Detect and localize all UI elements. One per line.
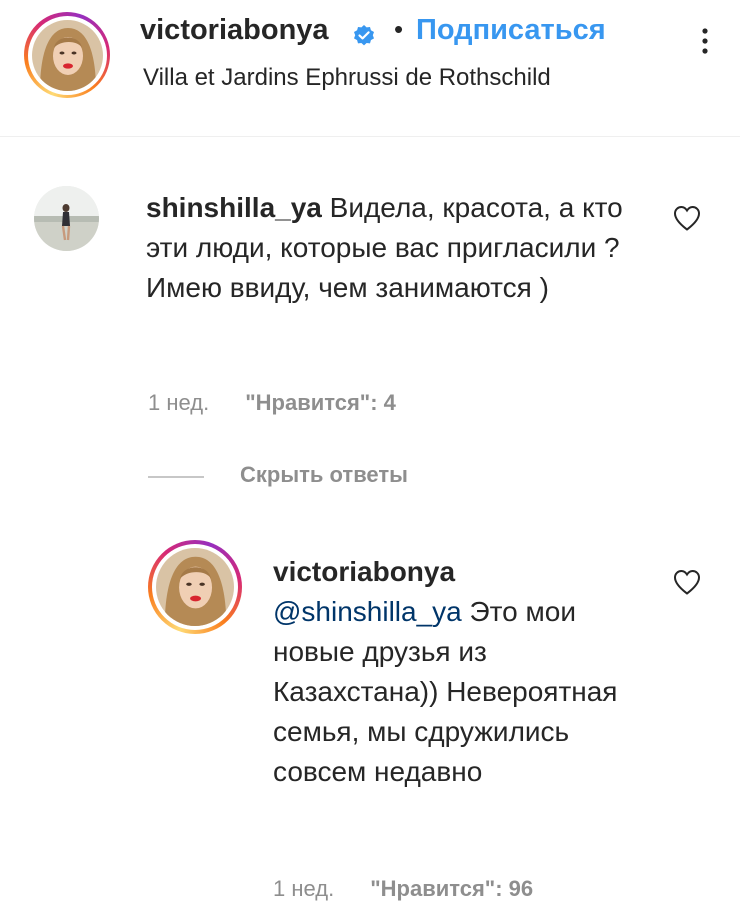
reply-like-heart-icon[interactable] (672, 568, 702, 596)
reply-avatar[interactable] (148, 540, 242, 634)
reply-likes[interactable]: "Нравится": 96 (370, 876, 533, 901)
comment-body: shinshilla_ya Видела, красота, а кто эти… (146, 188, 636, 308)
header-avatar[interactable] (24, 12, 110, 98)
reply-mention-link[interactable]: @shinshilla_ya (273, 596, 462, 627)
reply-body: victoriabonya @shinshilla_ya Это мои новы… (273, 552, 653, 792)
separator-dot: • (394, 14, 404, 44)
location-link[interactable]: Villa et Jardins Ephrussi de Rothschild (143, 64, 551, 92)
comment-time[interactable]: 1 нед. (148, 390, 209, 415)
header-username[interactable]: victoriabonya (140, 14, 329, 47)
more-options-icon[interactable] (690, 26, 720, 56)
follow-button[interactable]: Подписаться (416, 14, 606, 47)
avatar-photo (31, 19, 103, 91)
reply-avatar-photo (156, 548, 234, 626)
reply-meta: 1 нед. "Нравится": 96 (273, 876, 533, 902)
hide-replies-button[interactable]: Скрыть ответы (240, 462, 408, 488)
comment-meta: 1 нед. "Нравится": 4 (148, 390, 396, 416)
reply-username[interactable]: victoriabonya (273, 552, 653, 592)
comment-avatar[interactable] (34, 186, 99, 251)
comment-likes[interactable]: "Нравится": 4 (245, 390, 396, 415)
header-divider (0, 136, 740, 137)
verified-badge-icon (354, 25, 374, 46)
like-heart-icon[interactable] (672, 204, 702, 232)
comment-username[interactable]: shinshilla_ya (146, 192, 322, 223)
reply-time[interactable]: 1 нед. (273, 876, 334, 901)
replies-line (148, 476, 204, 478)
